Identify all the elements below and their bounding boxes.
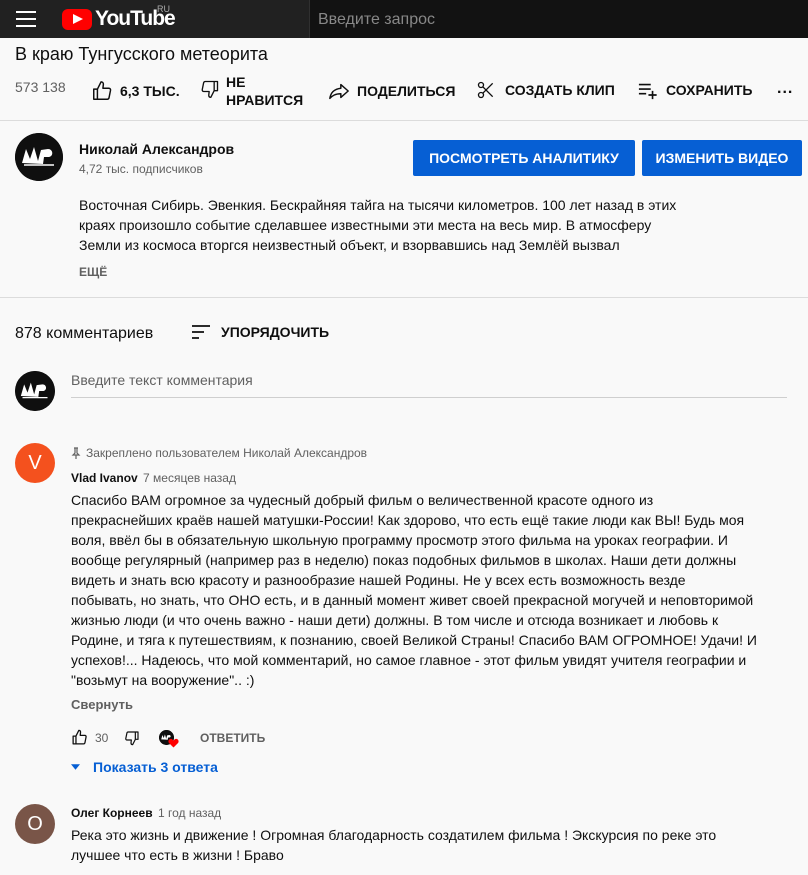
logo-region: RU [157,4,170,14]
search-input[interactable] [316,8,800,32]
comment-line: Река это жизнь и движение ! Огромная бла… [71,827,717,843]
sort-label: УПОРЯДОЧИТЬ [221,324,330,340]
user-avatar [15,371,55,411]
comment-body: Спасибо ВАМ огромное за чудесный добрый … [71,490,771,690]
pin-icon [71,447,81,459]
comment-input-placeholder: Введите текст комментария [71,372,253,388]
comment-like-button[interactable]: 30 [71,729,108,746]
show-replies-label: Показать 3 ответа [93,759,218,775]
divider [0,120,808,121]
create-clip-button[interactable]: СОЗДАТЬ КЛИП [476,80,615,100]
like-button[interactable]: 6,3 ТЫС. [91,80,180,102]
sort-button[interactable]: УПОРЯДОЧИТЬ [191,323,329,341]
description-line: Земли из космоса вторгся неизвестный объ… [79,237,620,253]
commenter-avatar[interactable]: V [15,443,55,483]
thumbs-down-icon [125,731,139,746]
share-label: ПОДЕЛИТЬСЯ [357,83,456,99]
comment-time[interactable]: 7 месяцев назад [143,471,236,485]
description-line: краях произошло событие сделавшее извест… [79,217,652,233]
nvp-logo-icon [15,133,63,181]
video-description: Восточная Сибирь. Эвенкия. Бескрайняя та… [79,195,719,255]
comment-input[interactable]: Введите текст комментария [71,372,787,398]
comment-line: жизнью люди (и что очень важно - наши де… [71,612,719,628]
comment-body: Река это жизнь и движение ! Огромная бла… [71,825,771,865]
thumbs-down-icon [201,80,219,99]
youtube-play-icon [62,8,92,30]
subscriber-count: 4,72 тыс. подписчиков [79,162,203,176]
pinned-indicator: Закреплено пользователем Николай Алексан… [71,446,367,460]
dislike-label-line1: НЕ [226,74,246,90]
dislike-label-line2: НРАВИТСЯ [226,92,304,108]
share-icon [329,83,349,100]
top-bar: YouTube RU [0,0,808,38]
avatar-letter: О [27,812,43,835]
pinned-label: Закреплено пользователем Николай Алексан… [86,446,368,460]
comment-count: 878 комментариев [15,325,154,342]
comment-line: вообще регулярный (например раз в неделю… [71,552,737,568]
edit-video-button[interactable]: ИЗМЕНИТЬ ВИДЕО [642,140,802,176]
thumbs-up-icon [72,729,87,745]
menu-icon[interactable] [16,11,36,27]
comment-line: Спасибо ВАМ огромное за чудесный добрый … [71,492,654,508]
commenter-avatar[interactable]: О [15,804,55,844]
nvp-logo-icon [15,371,55,411]
collapse-button[interactable]: Свернуть [71,697,133,712]
sort-icon [192,325,210,339]
like-count: 6,3 ТЫС. [120,83,180,99]
view-analytics-button[interactable]: ПОСМОТРЕТЬ АНАЛИТИКУ [413,140,635,176]
comment-meta: Олег Корнеев 1 год назад [71,806,221,820]
comment-author[interactable]: Олег Корнеев [71,806,153,820]
comment-author[interactable]: Vlad Ivanov [71,471,138,485]
comment-meta: Vlad Ivanov 7 месяцев назад [71,471,236,485]
comment-line: видеть и знать всю красоту и разнообрази… [71,572,686,588]
avatar-letter: V [28,451,42,474]
channel-name[interactable]: Николай Александров [79,141,234,157]
show-more-button[interactable]: ЕЩЁ [79,265,107,279]
comment-dislike-button[interactable] [124,730,140,751]
reply-button[interactable]: ОТВЕТИТЬ [200,731,265,745]
channel-avatar[interactable] [15,133,63,181]
share-button[interactable]: ПОДЕЛИТЬСЯ [328,80,455,102]
chevron-down-icon [71,764,80,770]
more-icon: ... [777,80,794,97]
save-button[interactable]: СОХРАНИТЬ [637,80,752,100]
view-count: 573 138 [15,79,66,95]
comment-like-count: 30 [95,730,109,745]
comment-line: побывать, но знать, что ОНО есть, и в да… [71,592,754,608]
creator-heart-badge[interactable] [159,730,179,750]
comment-line: лучшее что есть в жизни ! Браво [71,847,284,863]
scissors-icon [477,81,494,99]
show-replies-button[interactable]: Показать 3 ответа [71,759,218,775]
comment-line: Родине, и тяга к путешествиям, к познани… [71,632,757,648]
dislike-button[interactable]: НЕ НРАВИТСЯ [200,73,303,109]
description-line: Восточная Сибирь. Эвенкия. Бескрайняя та… [79,197,677,213]
comment-line: воля, ввёл бы в обязательную школьную пр… [71,532,728,548]
divider [0,297,808,298]
comment-time[interactable]: 1 год назад [158,806,221,820]
save-label: СОХРАНИТЬ [666,82,753,98]
heart-icon [168,738,179,748]
video-title: В краю Тунгусского метеорита [15,44,268,64]
comment-line: успехов!... Надеюсь, что мой комментарий… [71,652,747,668]
create-clip-label: СОЗДАТЬ КЛИП [505,82,615,98]
comment-line: прекраснейших краёв нашей матушки-России… [71,512,745,528]
playlist-add-icon [638,83,657,100]
search-box[interactable] [309,0,808,38]
more-actions-button[interactable]: ... [777,80,793,98]
thumbs-up-icon [93,81,112,100]
comment-line: "возьмут на вооружение".. :) [71,672,255,688]
